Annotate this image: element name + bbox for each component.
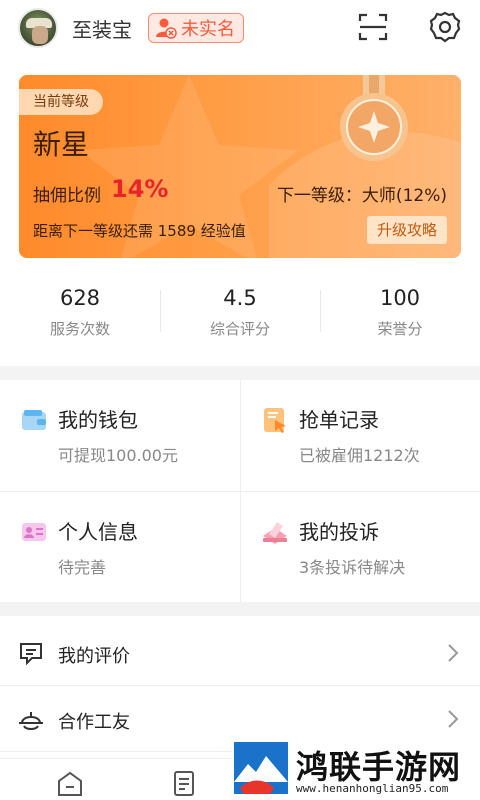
comment-icon xyxy=(18,640,44,666)
commission-value: 14% xyxy=(111,175,169,203)
medal-icon xyxy=(329,75,419,175)
order-record-icon xyxy=(261,406,289,434)
orders-tab-icon[interactable] xyxy=(170,769,198,797)
feature-grid: 我的钱包 可提现100.00元 抢单记录 已被雇佣1212次 个人信息 待完善 xyxy=(0,380,480,602)
stat-rating[interactable]: 4.5 综合评分 xyxy=(160,276,320,356)
watermark: 鸿联手游网 www.henanhonglian95.com xyxy=(232,742,480,800)
helmet-icon xyxy=(18,706,44,732)
personal-info-entry[interactable]: 个人信息 待完善 xyxy=(0,491,240,602)
my-reviews-label: 我的评价 xyxy=(58,646,130,667)
section-divider xyxy=(0,366,480,380)
watermark-url: www.henanhonglian95.com xyxy=(296,782,449,795)
chevron-right-icon xyxy=(446,642,460,664)
section-divider xyxy=(0,602,480,616)
stat-value: 4.5 xyxy=(223,286,257,310)
verify-status-badge[interactable]: 未实名 xyxy=(148,13,244,43)
complaint-subtitle: 3条投诉待解决 xyxy=(299,558,406,577)
next-level-text: 下一等级：大师(12%) xyxy=(276,186,447,206)
avatar[interactable] xyxy=(18,8,58,48)
stat-label: 综合评分 xyxy=(209,320,270,338)
order-record-subtitle: 已被雇佣1212次 xyxy=(299,446,420,465)
upgrade-guide-button[interactable]: 升级攻略 xyxy=(366,216,447,244)
user-unverified-icon xyxy=(155,17,177,39)
wallet-icon xyxy=(20,406,48,434)
personal-info-title: 个人信息 xyxy=(58,520,138,544)
level-card: 当前等级 新星 抽佣比例 14% 下一等级：大师(12%) 距离下一等级还需 1… xyxy=(19,75,461,258)
stat-service-count[interactable]: 628 服务次数 xyxy=(0,276,160,356)
home-tab-icon[interactable] xyxy=(56,769,84,797)
level-name: 新星 xyxy=(33,128,90,161)
scan-icon[interactable] xyxy=(356,10,390,44)
verify-status-text: 未实名 xyxy=(181,19,235,40)
wallet-title: 我的钱包 xyxy=(58,408,138,432)
chevron-right-icon xyxy=(446,708,460,730)
wallet-subtitle: 可提现100.00元 xyxy=(58,446,178,465)
watermark-logo-icon xyxy=(234,742,288,794)
commission-label: 抽佣比例 xyxy=(33,186,101,206)
stat-label: 服务次数 xyxy=(49,320,110,338)
co-workers-label: 合作工友 xyxy=(58,712,130,733)
stat-value: 628 xyxy=(59,286,101,310)
gear-icon[interactable] xyxy=(428,10,462,44)
stats-bar: 628 服务次数 4.5 综合评分 100 荣誉分 xyxy=(0,276,480,356)
complaint-title: 我的投诉 xyxy=(299,520,379,544)
stat-label: 荣誉分 xyxy=(377,320,423,338)
username: 至装宝 xyxy=(72,18,132,42)
experience-needed-text: 距离下一等级还需 1589 经验值 xyxy=(33,222,246,240)
complaint-entry[interactable]: 我的投诉 3条投诉待解决 xyxy=(240,491,480,602)
wallet-entry[interactable]: 我的钱包 可提现100.00元 xyxy=(0,380,240,491)
order-record-entry[interactable]: 抢单记录 已被雇佣1212次 xyxy=(240,380,480,491)
id-card-icon xyxy=(20,518,48,546)
my-reviews-row[interactable]: 我的评价 xyxy=(0,620,480,686)
menu-list: 我的评价 合作工友 xyxy=(0,620,480,752)
complaint-icon xyxy=(261,518,289,546)
top-header: 至装宝 未实名 xyxy=(0,0,480,60)
stat-value: 100 xyxy=(379,286,421,310)
order-record-title: 抢单记录 xyxy=(299,408,379,432)
personal-info-subtitle: 待完善 xyxy=(58,558,107,577)
stat-honor-score[interactable]: 100 荣誉分 xyxy=(320,276,480,356)
current-level-tag: 当前等级 xyxy=(19,89,103,115)
